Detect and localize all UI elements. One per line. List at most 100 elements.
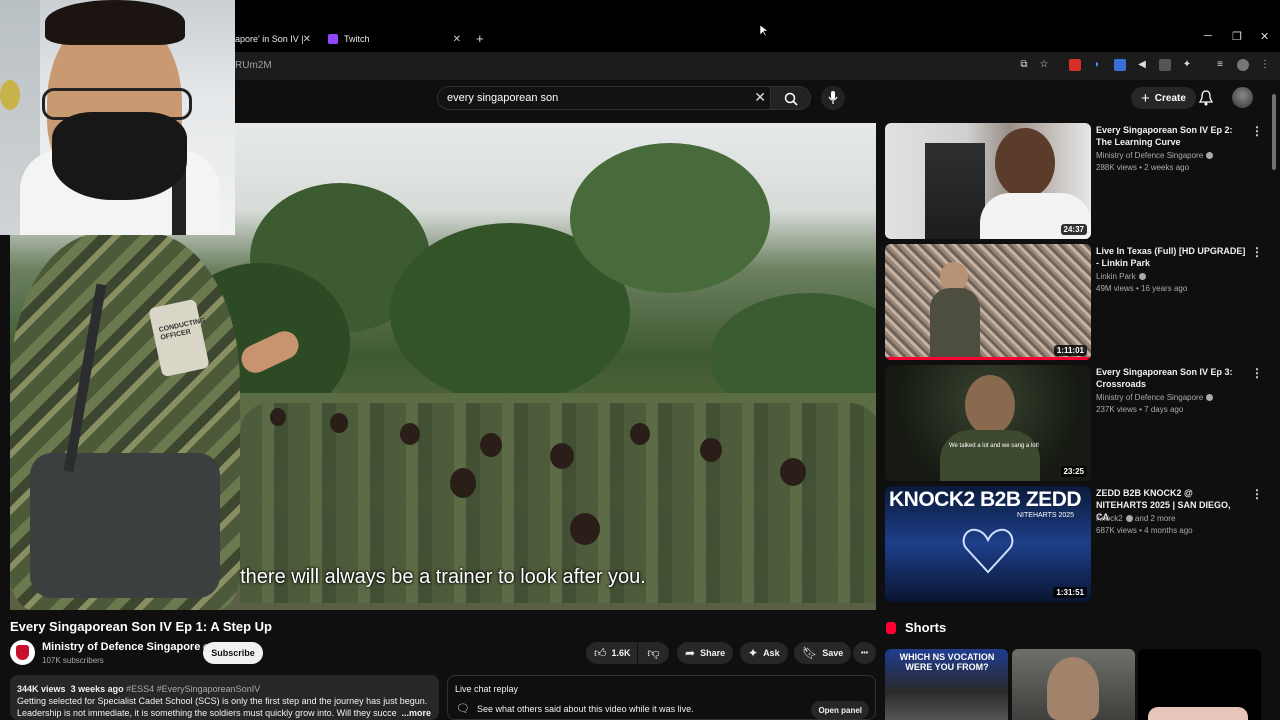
- sparkle-icon: ✦: [748, 646, 759, 660]
- video-caption: there will always be a trainer to look a…: [240, 566, 646, 588]
- video-options-icon[interactable]: ⋮: [1251, 124, 1263, 138]
- soldier-head: [550, 443, 574, 469]
- share-button[interactable]: ➦ Share: [677, 642, 734, 664]
- page-scrollbar[interactable]: [1272, 94, 1276, 170]
- video-options-icon[interactable]: ⋮: [1251, 487, 1263, 501]
- video-options-icon[interactable]: ⋮: [1251, 245, 1263, 259]
- recommended-channel[interactable]: Knock2 and 2 more: [1096, 514, 1175, 523]
- clear-search-icon[interactable]: ✕: [754, 89, 766, 106]
- shorts-logo-icon: [886, 621, 896, 634]
- short-thumbnail[interactable]: [1138, 649, 1261, 720]
- account-avatar[interactable]: [1232, 87, 1253, 108]
- tab-search-icon[interactable]: ≡: [1214, 59, 1226, 71]
- like-count: 1.6K: [611, 648, 631, 658]
- ask-label: Ask: [763, 648, 780, 658]
- dislike-button[interactable]: 👎︎: [638, 642, 669, 664]
- video-options-icon[interactable]: ⋮: [1251, 366, 1263, 380]
- watch-progress-bar: [885, 357, 1091, 360]
- close-window-button[interactable]: ✕: [1260, 30, 1269, 43]
- video-thumbnail[interactable]: We talked a lot and we sang a lot! 23:25: [885, 365, 1091, 481]
- save-button[interactable]: 🔖︎ Save: [794, 642, 852, 664]
- extension-icon[interactable]: [1159, 59, 1171, 71]
- close-tab-icon[interactable]: ✕: [303, 34, 311, 45]
- live-chat-replay: Live chat replay 🗨︎ See what others said…: [447, 675, 876, 720]
- soldier-head: [570, 513, 600, 545]
- video-thumbnail[interactable]: 24:37: [885, 123, 1091, 239]
- recommended-meta: 49M views • 16 years ago: [1096, 284, 1188, 293]
- video-thumbnail[interactable]: KNOCK2 B2B ZEDD NITEHARTS 2025 1:31:51: [885, 486, 1091, 602]
- like-button[interactable]: 👍︎ 1.6K: [586, 642, 637, 664]
- soldier-head: [330, 413, 348, 433]
- show-more-link[interactable]: ...more: [397, 707, 431, 719]
- volume-extension-icon[interactable]: ◀: [1136, 59, 1148, 71]
- profile-avatar-icon[interactable]: [1237, 59, 1249, 71]
- recommended-video-title[interactable]: Every Singaporean Son IV Ep 3: Crossroad…: [1096, 366, 1246, 390]
- create-label: Create: [1154, 92, 1186, 104]
- subscriber-count: 107K subscribers: [42, 656, 104, 665]
- person-hair: [45, 0, 185, 45]
- soldier-head: [780, 458, 806, 486]
- soldier-head: [630, 423, 650, 445]
- video-description[interactable]: 344K views 3 weeks ago #ESS4 #EverySinga…: [10, 675, 439, 720]
- thumb-face: [995, 128, 1055, 198]
- video-thumbnail[interactable]: 1:11:01: [885, 244, 1091, 360]
- thumb-singer-body: [930, 288, 980, 360]
- extension-icon[interactable]: [1114, 59, 1126, 71]
- search-icon: [784, 92, 798, 106]
- hashtags[interactable]: #ESS4 #EverySingaporeanSonIV: [126, 684, 260, 694]
- close-tab-icon[interactable]: ✕: [453, 34, 461, 45]
- chrome-menu-icon[interactable]: ⋮: [1259, 59, 1271, 71]
- scene-tree: [570, 143, 770, 293]
- audio-extension-icon[interactable]: ◗: [1091, 59, 1103, 71]
- browser-tab-twitch[interactable]: Twitch ✕: [328, 27, 463, 51]
- recommended-video-title[interactable]: Every Singaporean Son IV Ep 2: The Learn…: [1096, 124, 1246, 148]
- voice-search-button[interactable]: [821, 86, 845, 110]
- soldier-head: [270, 408, 286, 426]
- minimize-button[interactable]: ─: [1204, 30, 1212, 42]
- recommended-video-title[interactable]: Live In Texas (Full) [HD UPGRADE] - Link…: [1096, 245, 1246, 269]
- armband-text: CONDUCTING OFFICER: [158, 317, 207, 342]
- more-actions-button[interactable]: •••: [853, 642, 876, 664]
- recommended-channel[interactable]: Ministry of Defence Singapore: [1096, 151, 1214, 160]
- verified-icon: [1125, 515, 1133, 522]
- search-button[interactable]: [771, 86, 811, 110]
- shorts-heading: Shorts: [886, 620, 946, 635]
- channel-name[interactable]: Ministry of Defence Singapore: [42, 641, 211, 653]
- url-text: RUm2M: [235, 60, 272, 71]
- more-actions-icon: •••: [860, 649, 869, 657]
- short-thumbnail[interactable]: [1012, 649, 1135, 720]
- short-face: [1047, 657, 1099, 720]
- recommended-channel-name: Ministry of Defence Singapore: [1096, 393, 1204, 402]
- video-duration: 1:11:01: [1053, 345, 1087, 356]
- microphone-icon: [828, 91, 838, 104]
- description-line: Leadership is not immediate, it is somet…: [17, 708, 406, 718]
- open-panel-button[interactable]: Open panel: [811, 701, 869, 719]
- verified-icon: [1206, 394, 1214, 401]
- webcam-overlay: [0, 0, 235, 235]
- soldier-head: [700, 438, 722, 462]
- recommended-channel[interactable]: Ministry of Defence Singapore: [1096, 393, 1214, 402]
- notifications-bell-icon[interactable]: [1199, 90, 1213, 106]
- recommended-channel-name: Ministry of Defence Singapore: [1096, 151, 1204, 160]
- recommended-channel[interactable]: Linkin Park: [1096, 272, 1146, 281]
- search-input[interactable]: every singaporean son ✕: [437, 86, 771, 110]
- tab-label: Twitch: [344, 34, 370, 44]
- channel-avatar[interactable]: [10, 640, 35, 665]
- create-button[interactable]: + Create: [1131, 87, 1196, 109]
- gmail-extension-icon[interactable]: [1069, 59, 1081, 71]
- install-app-icon[interactable]: ⧉: [1018, 59, 1030, 71]
- browser-tab-youtube[interactable]: apore' in Son IV | ✕: [235, 27, 315, 51]
- recommended-channel-name: Linkin Park: [1096, 272, 1136, 281]
- maximize-button[interactable]: ❐: [1232, 30, 1242, 43]
- ask-button[interactable]: ✦ Ask: [740, 642, 788, 664]
- short-thumbnail[interactable]: WHICH NS VOCATION WERE YOU FROM?: [885, 649, 1008, 720]
- subscribe-button[interactable]: Subscribe: [203, 642, 263, 664]
- plus-icon: +: [1141, 89, 1150, 107]
- bookmark-star-icon[interactable]: ☆: [1038, 59, 1050, 71]
- extensions-puzzle-icon[interactable]: ✦: [1181, 59, 1193, 71]
- video-duration: 1:31:51: [1053, 587, 1087, 598]
- mindef-crest-icon: [16, 645, 29, 660]
- chat-bubble-icon: 🗨︎: [456, 703, 470, 715]
- thumb-title-text: KNOCK2 B2B ZEDD: [889, 488, 1082, 511]
- new-tab-button[interactable]: +: [476, 31, 484, 46]
